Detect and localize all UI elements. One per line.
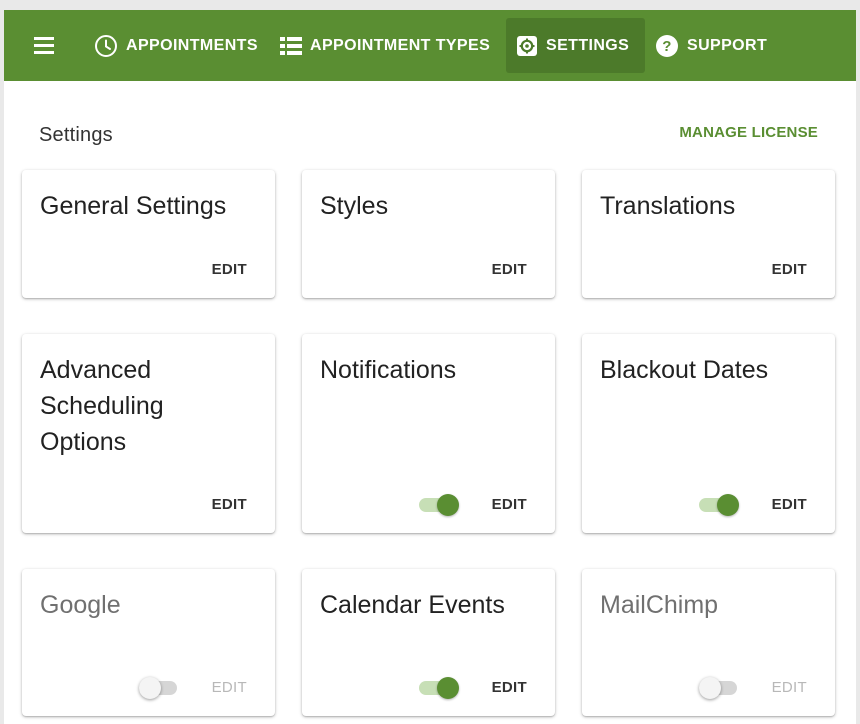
edit-button[interactable]: EDIT (772, 496, 807, 513)
card-title: General Settings (40, 192, 227, 220)
card-mailchimp: MailChimp EDIT (582, 569, 835, 716)
top-navigation-bar: APPOINTMENTS APPOINTMENT TYPES SETTINGS … (4, 10, 856, 81)
hamburger-menu-icon[interactable] (32, 34, 56, 56)
google-toggle[interactable] (139, 676, 179, 700)
nav-appointment-types[interactable]: APPOINTMENT TYPES (270, 18, 500, 73)
calendar-events-toggle[interactable] (419, 676, 459, 700)
app-window: APPOINTMENTS APPOINTMENT TYPES SETTINGS … (4, 10, 856, 724)
edit-button[interactable]: EDIT (212, 261, 247, 278)
card-title: Styles (320, 192, 389, 220)
card-styles: Styles EDIT (302, 170, 555, 298)
card-notifications: Notifications EDIT (302, 334, 555, 533)
edit-button[interactable]: EDIT (492, 679, 527, 696)
blackout-dates-toggle[interactable] (699, 493, 739, 517)
edit-button[interactable]: EDIT (212, 496, 247, 513)
page-title: Settings (39, 124, 113, 146)
nav-settings[interactable]: SETTINGS (506, 18, 645, 73)
clock-icon (95, 34, 117, 57)
card-translations: Translations EDIT (582, 170, 835, 298)
card-title: Google (40, 591, 121, 619)
nav-support[interactable]: ? SUPPORT (645, 18, 777, 73)
edit-button[interactable]: EDIT (772, 679, 807, 696)
card-general-settings: General Settings EDIT (22, 170, 275, 298)
nav-appointment-types-label: APPOINTMENT TYPES (310, 36, 491, 54)
card-advanced-scheduling-options: Advanced Scheduling Options EDIT (22, 334, 275, 533)
nav-appointments-label: APPOINTMENTS (126, 36, 258, 54)
mailchimp-toggle[interactable] (699, 676, 739, 700)
card-title: Blackout Dates (600, 356, 769, 384)
card-title: Advanced Scheduling Options (40, 356, 164, 456)
card-blackout-dates: Blackout Dates EDIT (582, 334, 835, 533)
card-title: Calendar Events (320, 591, 505, 619)
card-google: Google EDIT (22, 569, 275, 716)
card-title: MailChimp (600, 591, 719, 619)
notifications-toggle[interactable] (419, 493, 459, 517)
nav-support-label: SUPPORT (687, 36, 768, 54)
help-circle-icon: ? (656, 34, 678, 57)
edit-button[interactable]: EDIT (492, 261, 527, 278)
card-calendar-events: Calendar Events EDIT (302, 569, 555, 716)
svg-text:?: ? (662, 38, 672, 55)
list-icon (280, 36, 302, 55)
edit-button[interactable]: EDIT (212, 679, 247, 696)
edit-button[interactable]: EDIT (492, 496, 527, 513)
nav-appointments[interactable]: APPOINTMENTS (84, 18, 268, 73)
nav-settings-label: SETTINGS (546, 36, 630, 54)
gear-icon (517, 35, 537, 56)
manage-license-button[interactable]: MANAGE LICENSE (679, 124, 818, 141)
edit-button[interactable]: EDIT (772, 261, 807, 278)
card-title: Translations (600, 192, 736, 220)
card-title: Notifications (320, 356, 457, 384)
